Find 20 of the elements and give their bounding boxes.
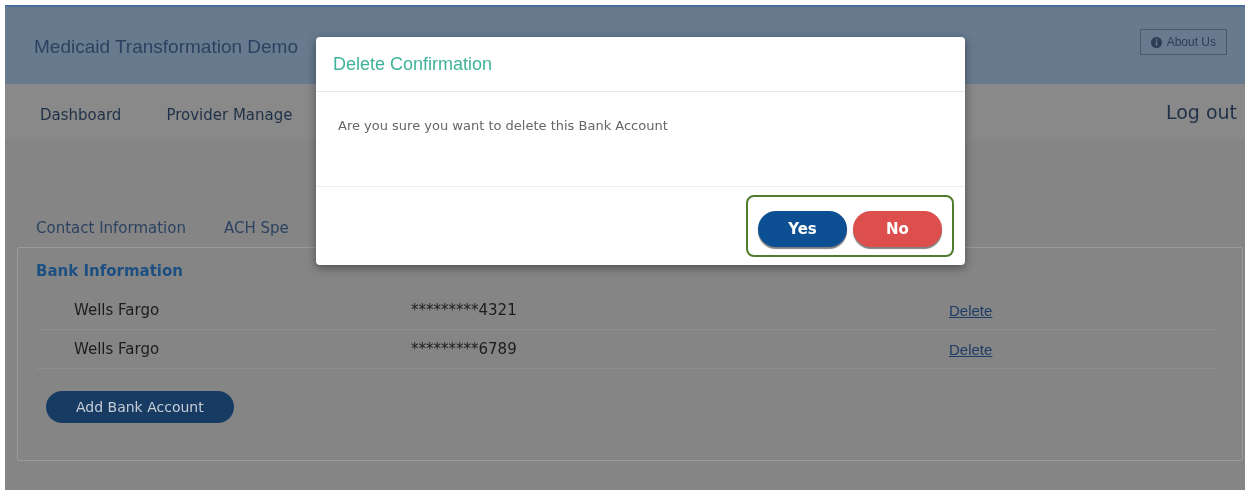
account-number: *********4321: [411, 301, 518, 319]
tab[interactable]: ACH Spe: [223, 219, 289, 237]
site-title: Medicaid Transformation Demo: [34, 35, 298, 58]
delete-link[interactable]: Delete: [949, 301, 993, 319]
bank-name: Wells Fargo: [73, 301, 161, 319]
nav-link[interactable]: Provider Manage: [166, 106, 293, 124]
nav-link[interactable]: Dashboard: [40, 106, 122, 124]
dialog-title: Delete Confirmation: [316, 37, 965, 92]
tab[interactable]: Contact Information: [36, 219, 186, 237]
delete-link[interactable]: Delete: [949, 340, 993, 358]
panel-title: Bank Information: [36, 262, 184, 280]
no-button[interactable]: No: [853, 211, 942, 247]
logout-link[interactable]: Log out: [1165, 101, 1237, 123]
add-bank-account-button[interactable]: Add Bank Account: [46, 391, 234, 423]
account-number: *********6789: [411, 340, 518, 358]
yes-button[interactable]: Yes: [758, 211, 847, 247]
bank-name: Wells Fargo: [73, 340, 161, 358]
info-icon: [1150, 36, 1162, 48]
dialog-message: Are you sure you want to delete this Bank Account: [338, 118, 668, 133]
about-us-button[interactable]: About Us: [1139, 29, 1227, 55]
